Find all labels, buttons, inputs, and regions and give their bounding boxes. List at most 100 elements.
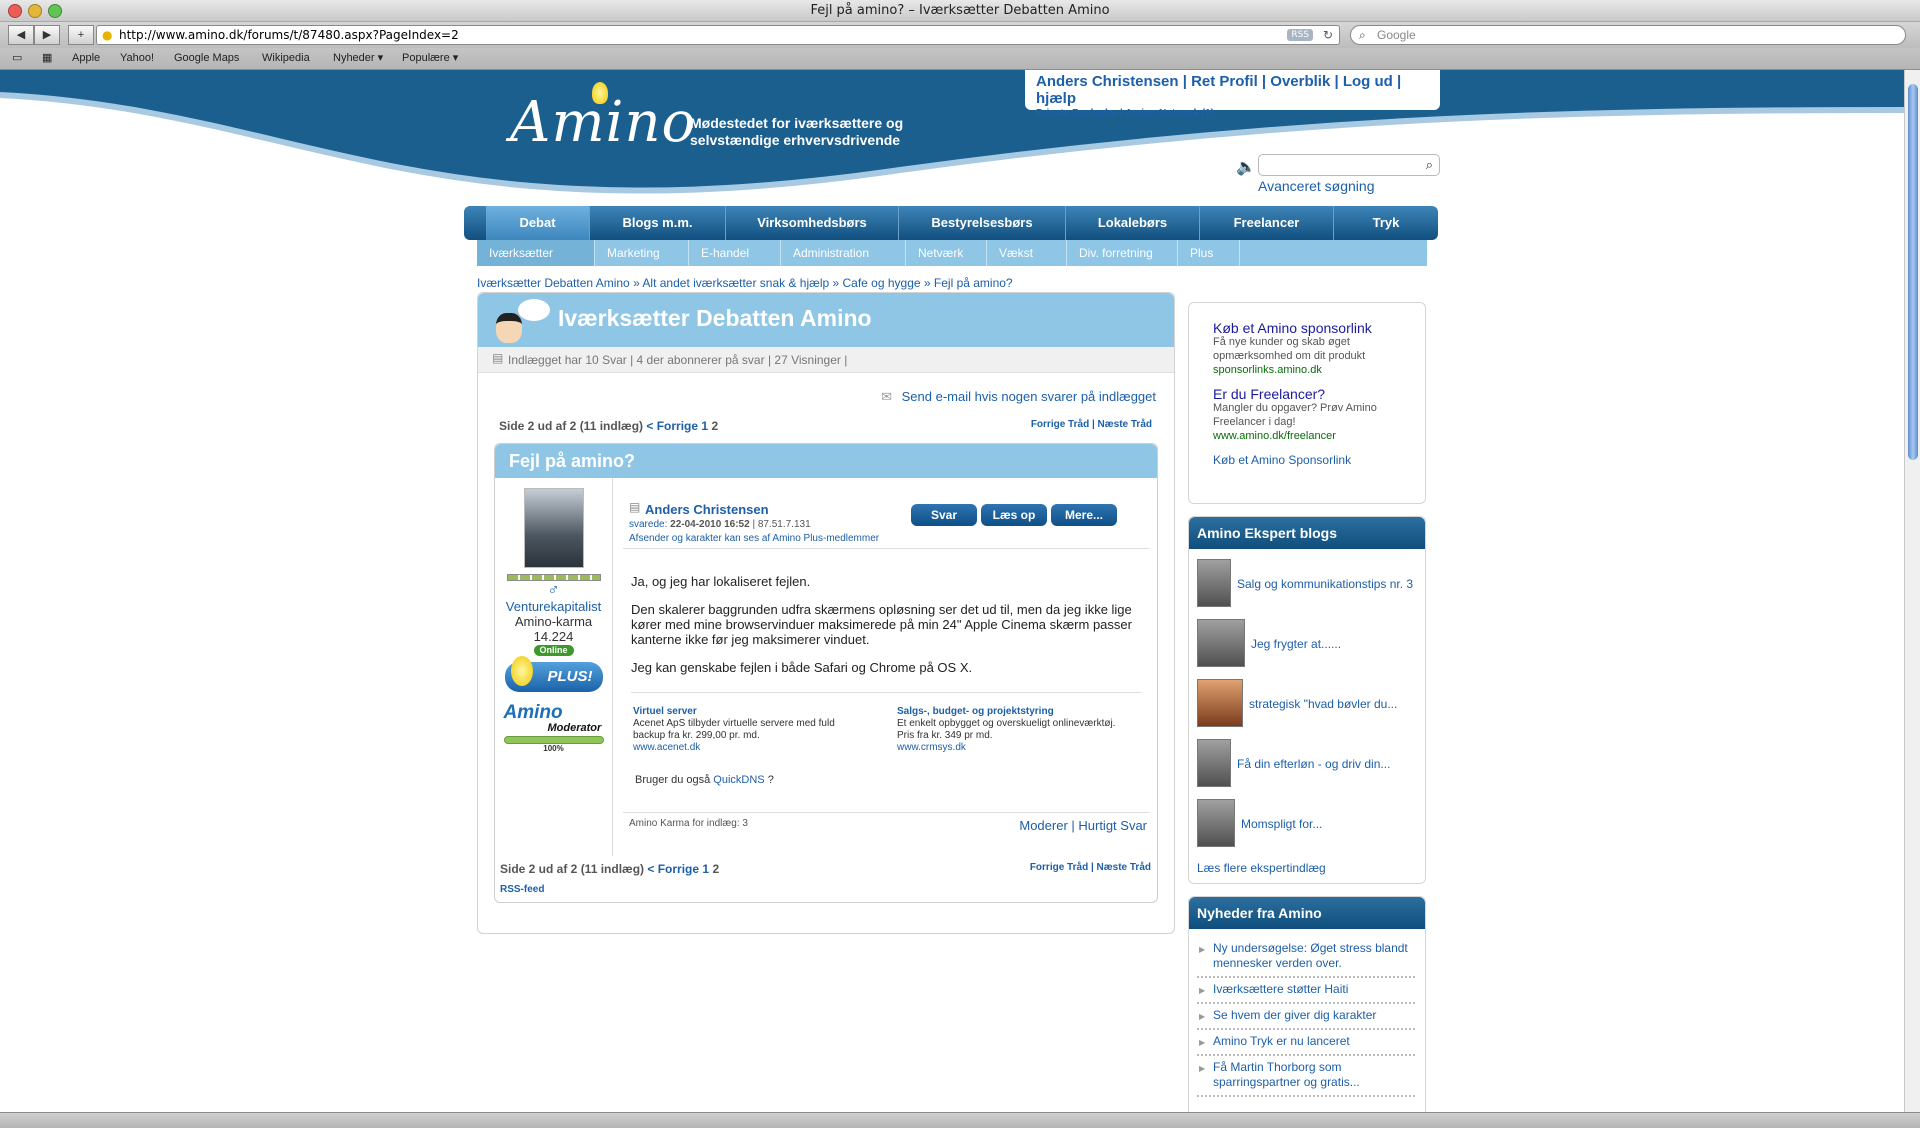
ad-url[interactable]: www.crmsys.dk: [897, 742, 1127, 754]
subnav-ivaerksaetter[interactable]: Iværksætter: [477, 240, 595, 266]
ad-title[interactable]: Virtuel server: [633, 706, 863, 718]
nav-tryk[interactable]: Tryk: [1334, 206, 1438, 240]
address-bar[interactable]: ● http://www.amino.dk/forums/t/87480.asp…: [96, 25, 1340, 45]
bookmark-yahoo[interactable]: Yahoo!: [120, 48, 154, 69]
top-sites-grid-icon[interactable]: ▦: [42, 48, 52, 69]
author-column: ♂ Venturekapitalist Amino-karma 14.224 O…: [495, 478, 613, 856]
bookmark-google-maps[interactable]: Google Maps: [174, 48, 239, 69]
subnav-vaekst[interactable]: Vækst: [987, 240, 1067, 266]
news-item[interactable]: Få Martin Thorborg som sparringspartner …: [1197, 1056, 1415, 1097]
blog-item[interactable]: Salg og kommunikationstips nr. 3: [1197, 559, 1419, 609]
ad-title[interactable]: Salgs-, budget- og projektstyring: [897, 706, 1127, 718]
more-expert-posts-link[interactable]: Læs flere ekspertindlæg: [1197, 861, 1326, 875]
site-search-input[interactable]: ⌕: [1258, 154, 1440, 176]
avatar[interactable]: [523, 488, 584, 568]
bookmark-populaere[interactable]: Populære ▾: [402, 48, 458, 69]
breadcrumb[interactable]: Iværksætter Debatten Amino » Alt andet i…: [477, 276, 1013, 290]
scrollbar-thumb[interactable]: [1908, 84, 1918, 460]
sub-navigation: Iværksætter Marketing E-handel Administr…: [477, 240, 1427, 266]
nav-blogs[interactable]: Blogs m.m.: [590, 206, 726, 240]
news-item[interactable]: Ny undersøgelse: Øget stress blandt menn…: [1197, 937, 1415, 978]
nav-lokalebors[interactable]: Lokalebørs: [1066, 206, 1200, 240]
plus-label: PLUS!: [547, 668, 593, 685]
blog-title[interactable]: strategisk "hvad bøvler du...: [1249, 697, 1397, 711]
document-icon: ▤: [492, 351, 504, 365]
minimize-window-button[interactable]: [28, 4, 42, 18]
karma-value: 14.224: [533, 629, 574, 644]
sponsor-title[interactable]: Er du Freelancer?: [1213, 387, 1401, 401]
pager-page-1[interactable]: 1: [702, 862, 709, 876]
email-subscribe-label: Send e-mail hvis nogen svarer på indlægg…: [901, 389, 1156, 404]
blog-title[interactable]: Jeg frygter at......: [1251, 637, 1341, 651]
blog-title[interactable]: Salg og kommunikationstips nr. 3: [1237, 577, 1413, 591]
moderator-progress-bar: [503, 736, 604, 744]
subnav-marketing[interactable]: Marketing: [595, 240, 689, 266]
speaker-icon[interactable]: 🔈: [1236, 157, 1256, 177]
sponsor-text: Mangler du opgaver? Prøv Amino Freelance…: [1213, 402, 1377, 428]
site-logo[interactable]: Amino: [510, 90, 696, 155]
nav-virksomhedsbors[interactable]: Virksomhedsbørs: [726, 206, 899, 240]
moderator-label: Moderator: [547, 722, 602, 734]
subnav-div-forretning[interactable]: Div. forretning: [1067, 240, 1178, 266]
reply-button[interactable]: Svar: [911, 504, 977, 526]
subnav-ehandel[interactable]: E-handel: [689, 240, 781, 266]
sponsor-title[interactable]: Køb et Amino sponsorlink: [1213, 321, 1401, 335]
sponsor-box: Køb et Amino sponsorlink Få nye kunder o…: [1188, 302, 1426, 504]
news-item[interactable]: Iværksættere støtter Haiti: [1197, 978, 1415, 1004]
post-body-column: ▤ Anders Christensen svarede: 22-04-2010…: [623, 478, 1149, 856]
bookmark-nyheder[interactable]: Nyheder ▾: [333, 48, 383, 69]
blog-title[interactable]: Momspligt for...: [1241, 817, 1322, 831]
buy-sponsorlink[interactable]: Køb et Amino Sponsorlink: [1213, 453, 1401, 467]
pager-text: Side 2 ud af 2 (11 indlæg): [500, 862, 645, 876]
more-button[interactable]: Mere...: [1051, 504, 1117, 526]
reload-icon[interactable]: ↻: [1323, 26, 1333, 44]
vertical-scrollbar[interactable]: [1904, 70, 1920, 1112]
ad-url[interactable]: www.acenet.dk: [633, 742, 863, 754]
pager-page-1[interactable]: 1: [701, 419, 708, 433]
pager-bottom: Side 2 ud af 2 (11 indlæg) < Forrige 1 2: [500, 862, 719, 876]
blog-item[interactable]: Jeg frygter at......: [1197, 619, 1419, 669]
rss-feed-link[interactable]: RSS-feed: [500, 884, 544, 895]
nav-debat[interactable]: Debat: [486, 206, 590, 240]
user-links[interactable]: Anders Christensen | Ret Profil | Overbl…: [1036, 73, 1429, 107]
read-aloud-button[interactable]: Læs op: [981, 504, 1047, 526]
avatar: [1197, 799, 1235, 847]
bookmark-apple[interactable]: Apple: [72, 48, 100, 69]
nav-bestyrelsesbors[interactable]: Bestyrelsesbørs: [899, 206, 1066, 240]
quickdns-link[interactable]: QuickDNS: [713, 774, 764, 786]
blog-item[interactable]: Momspligt for...: [1197, 799, 1419, 849]
close-window-button[interactable]: [8, 4, 22, 18]
search-icon[interactable]: ⌕: [1426, 157, 1433, 173]
subnav-administration[interactable]: Administration: [781, 240, 906, 266]
text-ad: Virtuel server Acenet ApS tilbyder virtu…: [633, 706, 863, 754]
pager-prev-link[interactable]: < Forrige: [646, 419, 698, 433]
forward-button[interactable]: ▶: [34, 25, 60, 45]
bookmark-wikipedia[interactable]: Wikipedia: [262, 48, 310, 69]
back-button[interactable]: ◀: [8, 25, 34, 45]
blog-title[interactable]: Få din efterløn - og driv din...: [1237, 757, 1390, 771]
post-author[interactable]: Anders Christensen: [645, 502, 769, 517]
blog-item[interactable]: Få din efterløn - og driv din...: [1197, 739, 1419, 789]
add-bookmark-button[interactable]: +: [68, 25, 94, 45]
news-item[interactable]: Se hvem der giver dig karakter: [1197, 1004, 1415, 1030]
nav-freelancer[interactable]: Freelancer: [1200, 206, 1334, 240]
advanced-search-link[interactable]: Avanceret søgning: [1258, 178, 1374, 194]
browser-search-field[interactable]: ⌕ Google: [1350, 25, 1906, 45]
post-footer-links[interactable]: Moderer | Hurtigt Svar: [1019, 818, 1147, 833]
subnav-netvaerk[interactable]: Netværk: [906, 240, 987, 266]
rss-button[interactable]: RSS: [1287, 29, 1313, 41]
user-links-secondary[interactable]: Private Beskeder | Amino Netværk (1): [1036, 108, 1429, 119]
sponsor-url[interactable]: www.amino.dk/freelancer: [1213, 429, 1401, 443]
subnav-plus[interactable]: Plus: [1178, 240, 1240, 266]
thread-nav-bottom[interactable]: Forrige Tråd | Næste Tråd: [1030, 862, 1151, 873]
blog-item[interactable]: strategisk "hvad bøvler du...: [1197, 679, 1419, 729]
pager-prev-link[interactable]: < Forrige: [647, 862, 699, 876]
zoom-window-button[interactable]: [48, 4, 62, 18]
bookmarks-book-icon[interactable]: ▭: [12, 48, 22, 69]
plus-badge[interactable]: PLUS!: [504, 656, 603, 692]
avatar: [1197, 739, 1231, 787]
sponsor-url[interactable]: sponsorlinks.amino.dk: [1213, 363, 1401, 377]
news-item[interactable]: Amino Tryk er nu lanceret: [1197, 1030, 1415, 1056]
thread-nav-top[interactable]: Forrige Tråd | Næste Tråd: [1031, 419, 1152, 430]
email-subscribe-link[interactable]: ✉ Send e-mail hvis nogen svarer på indlæ…: [881, 389, 1156, 405]
